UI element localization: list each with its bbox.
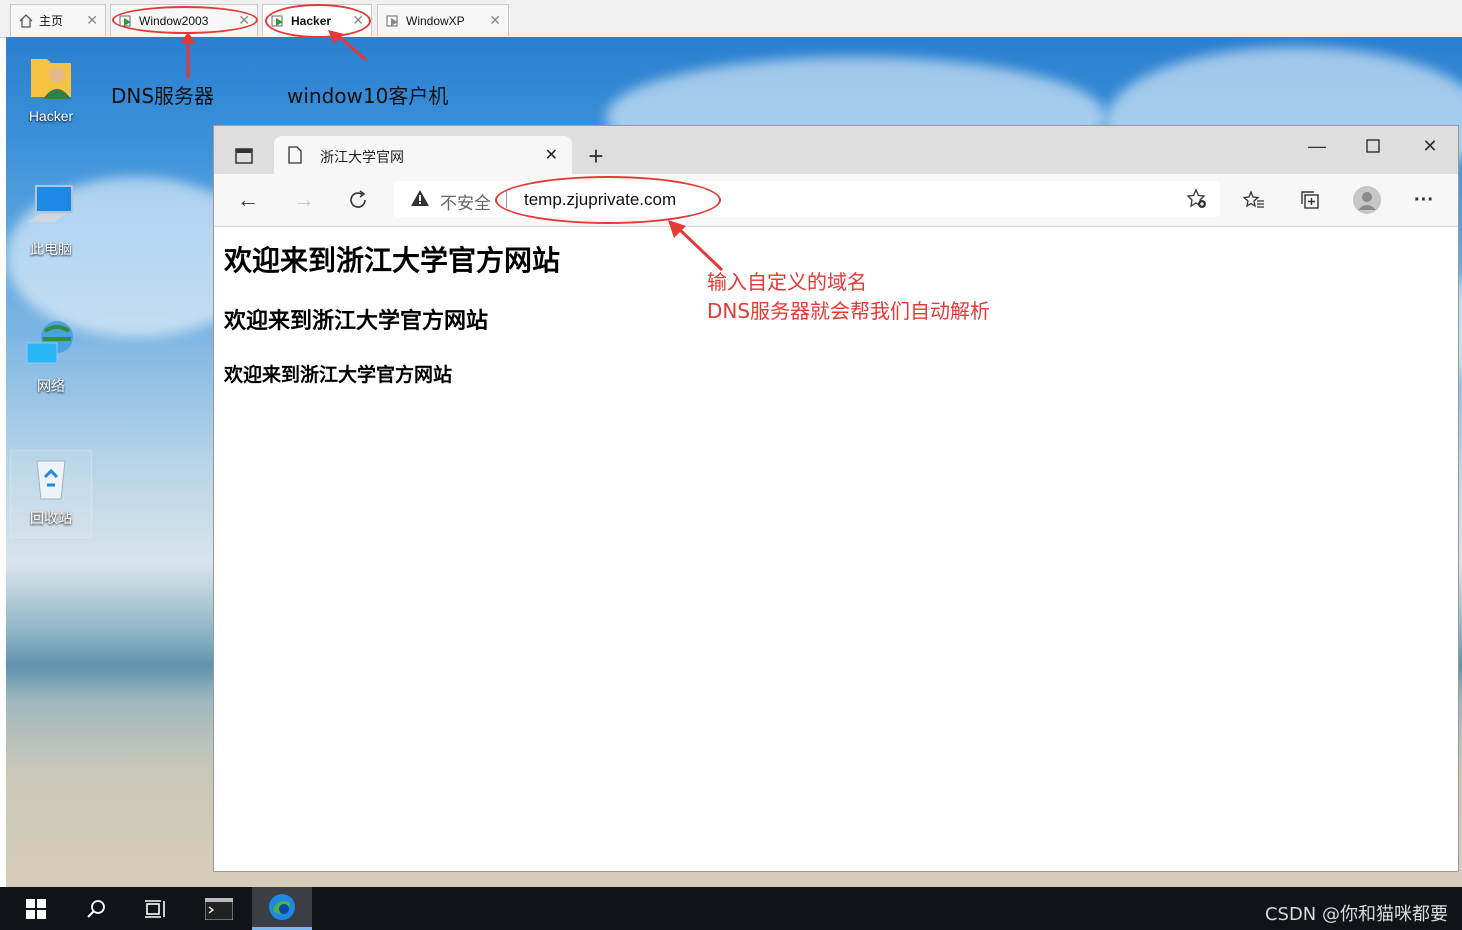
vm-icon: [386, 14, 400, 28]
windows-logo-icon: [26, 898, 46, 919]
collections-icon[interactable]: [1294, 184, 1326, 216]
minimize-icon[interactable]: —: [1301, 130, 1333, 162]
user-folder-icon: [11, 49, 91, 104]
start-button[interactable]: [8, 887, 64, 930]
vm-tab-label: 主页: [39, 14, 64, 28]
browser-window: 浙江大学官网 ✕ + — ✕ ← → 不安全 temp.zjuprivate.c…: [213, 125, 1459, 872]
forward-icon[interactable]: →: [288, 184, 320, 216]
desktop-icon-label: 网络: [37, 378, 65, 394]
heading-h2: 欢迎来到浙江大学官方网站: [224, 309, 489, 334]
tab-title: 浙江大学官网: [320, 149, 404, 165]
close-icon[interactable]: ✕: [86, 12, 98, 29]
tab-actions-icon[interactable]: [228, 140, 260, 172]
page-icon: [288, 146, 302, 167]
desktop-icon-hacker[interactable]: Hacker: [11, 49, 91, 124]
task-view-button[interactable]: [128, 887, 184, 930]
more-menu-icon[interactable]: ···: [1408, 184, 1440, 216]
edge-taskbar-button[interactable]: [252, 887, 312, 930]
annotation-dns-server: DNS服务器: [111, 84, 215, 108]
computer-icon: [11, 182, 91, 235]
desktop-icon-network[interactable]: 网络: [11, 317, 91, 396]
desktop-icon-label: 此电脑: [30, 241, 72, 257]
heading-h1: 欢迎来到浙江大学官方网站: [224, 244, 561, 277]
home-icon: [19, 13, 33, 28]
heading-h3: 欢迎来到浙江大学官方网站: [224, 364, 453, 386]
search-icon: [87, 899, 105, 918]
desktop-icon-recycle-bin[interactable]: 回收站: [10, 450, 92, 538]
desktop-icon-this-pc[interactable]: 此电脑: [11, 182, 91, 259]
annotation-note: 输入自定义的域名 DNS服务器就会帮我们自动解析: [707, 268, 990, 326]
desktop-icon-label: Hacker: [28, 108, 74, 124]
recycle-bin-icon: [11, 455, 91, 504]
network-icon: [11, 317, 91, 372]
maximize-icon[interactable]: [1357, 130, 1389, 162]
terminal-icon: [205, 897, 233, 920]
browser-tab-active[interactable]: 浙江大学官网 ✕: [274, 136, 572, 174]
profile-avatar-icon[interactable]: [1351, 184, 1383, 216]
new-tab-icon[interactable]: +: [580, 140, 612, 172]
back-icon[interactable]: ←: [232, 184, 264, 216]
vm-tab-home[interactable]: 主页 ✕: [10, 4, 106, 36]
browser-tab-strip: 浙江大学官网 ✕ + — ✕: [214, 126, 1458, 174]
vm-tab-label: WindowXP: [406, 13, 465, 28]
search-button[interactable]: [68, 887, 124, 930]
annotation-ellipse-url: [495, 176, 721, 224]
annotation-note-line1: 输入自定义的域名: [707, 270, 867, 294]
close-tab-icon[interactable]: ✕: [545, 145, 558, 165]
edge-icon: [269, 894, 295, 920]
desktop-icon-label: 回收站: [30, 510, 72, 526]
add-favorite-icon[interactable]: [1186, 188, 1208, 215]
address-toolbar: ← → 不安全 temp.zjuprivate.com ···: [214, 174, 1458, 227]
favorites-icon[interactable]: [1238, 184, 1270, 216]
watermark: CSDN @你和猫咪都要: [1264, 904, 1448, 925]
warning-icon: [410, 189, 430, 212]
taskbar: [0, 887, 1462, 930]
refresh-icon[interactable]: [342, 184, 374, 216]
annotation-client: window10客户机: [287, 84, 449, 108]
terminal-taskbar-button[interactable]: [191, 887, 247, 930]
annotation-note-line2: DNS服务器就会帮我们自动解析: [707, 299, 991, 323]
close-window-icon[interactable]: ✕: [1414, 130, 1446, 162]
security-text[interactable]: 不安全: [440, 189, 491, 214]
vm-tab-windowxp[interactable]: WindowXP ✕: [377, 4, 509, 36]
close-icon[interactable]: ✕: [489, 12, 501, 29]
task-view-icon: [145, 899, 165, 918]
